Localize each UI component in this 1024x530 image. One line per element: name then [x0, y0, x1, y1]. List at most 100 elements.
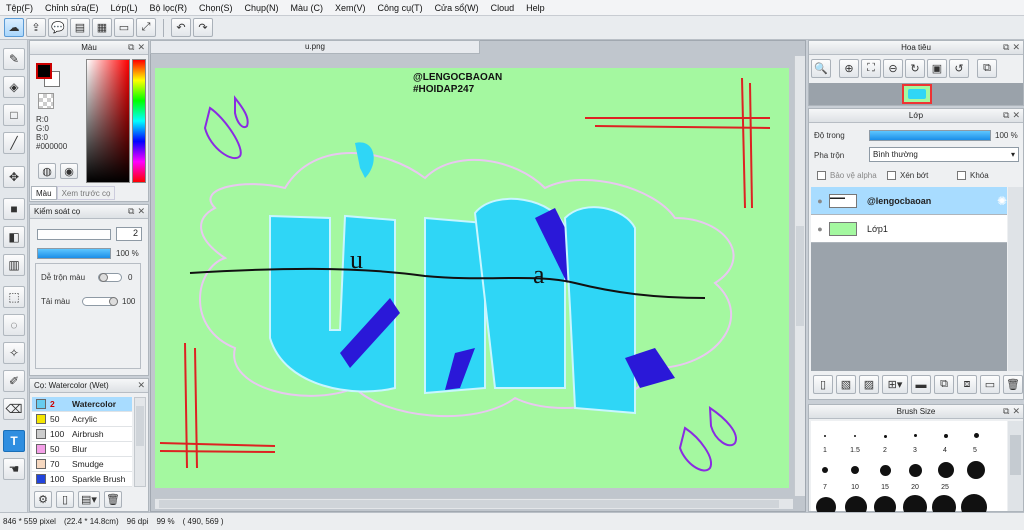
- line-tool-icon[interactable]: ╱: [3, 132, 25, 154]
- undock-icon[interactable]: ⧉: [1003, 406, 1009, 417]
- fit-icon[interactable]: ⛶: [861, 59, 881, 78]
- menu-view[interactable]: Xem(V): [329, 3, 372, 13]
- close-icon[interactable]: ✕: [1012, 42, 1020, 53]
- close-icon[interactable]: ✕: [1012, 406, 1020, 417]
- add-layer-menu-icon[interactable]: ⊞▾: [882, 375, 908, 394]
- merge-icon[interactable]: ⧈: [957, 375, 977, 394]
- menu-capture[interactable]: Chụp(N): [239, 3, 285, 13]
- size-dot[interactable]: [822, 467, 828, 473]
- size-dot[interactable]: [909, 464, 922, 477]
- new-brush-icon[interactable]: ▯: [56, 491, 74, 508]
- brush-item-acrylic[interactable]: 50 Acrylic: [32, 412, 132, 427]
- flip-icon[interactable]: ▣: [927, 59, 947, 78]
- brush-opacity-slider[interactable]: [37, 248, 111, 259]
- gradient-tool-icon[interactable]: ▥: [3, 254, 25, 276]
- select-pen-icon[interactable]: ✐: [3, 370, 25, 392]
- palette-icon[interactable]: ◍: [38, 163, 56, 179]
- menu-help[interactable]: Help: [520, 3, 551, 13]
- size-dot[interactable]: [914, 434, 917, 437]
- size-dot[interactable]: [851, 466, 859, 474]
- size-dot[interactable]: [854, 435, 856, 437]
- close-icon[interactable]: ✕: [137, 42, 145, 53]
- zoom-in-icon[interactable]: ⊕: [839, 59, 859, 78]
- new-layer-1bit-icon[interactable]: ▨: [859, 375, 879, 394]
- redo-icon[interactable]: ↷: [193, 18, 213, 37]
- blend-slider[interactable]: [98, 273, 122, 282]
- fullscreen-icon[interactable]: ⤢: [136, 18, 156, 37]
- brush-item-smudge[interactable]: 70 Smudge: [32, 457, 132, 472]
- zoom-icon[interactable]: 🔍: [811, 59, 831, 78]
- menu-file[interactable]: Tệp(F): [0, 3, 39, 13]
- gear-icon[interactable]: ✺: [997, 194, 1007, 208]
- undo-icon[interactable]: ↶: [171, 18, 191, 37]
- new-layer-icon[interactable]: ▯: [813, 375, 833, 394]
- window-icon[interactable]: ⧉: [977, 59, 997, 78]
- undock-icon[interactable]: ⧉: [128, 206, 134, 217]
- saturation-value-picker[interactable]: [86, 59, 130, 183]
- size-dot[interactable]: [967, 461, 985, 479]
- layer-row[interactable]: ● ▬▬▬ @lengocbaoan: [811, 187, 1007, 215]
- duplicate-icon[interactable]: ⧉: [934, 375, 954, 394]
- protect-alpha-checkbox[interactable]: [817, 171, 826, 181]
- drawing-canvas[interactable]: u a @LENGOCBAOAN #HOIDAP247: [155, 68, 789, 488]
- close-icon[interactable]: ✕: [137, 206, 145, 217]
- brush-size-slider[interactable]: [37, 229, 111, 240]
- canvas-horizontal-scrollbar[interactable]: [155, 498, 793, 509]
- visibility-icon[interactable]: ●: [811, 224, 829, 234]
- delete-brush-icon[interactable]: 🗑: [104, 491, 122, 508]
- foreground-color-swatch[interactable]: [36, 63, 52, 79]
- size-dot[interactable]: [944, 434, 948, 438]
- brush-settings-icon[interactable]: ⚙: [34, 491, 52, 508]
- size-dot[interactable]: [880, 465, 891, 476]
- canvas-vertical-scrollbar[interactable]: [794, 56, 805, 496]
- undock-icon[interactable]: ⧉: [1003, 110, 1009, 121]
- brush-menu-icon[interactable]: ▤▾: [78, 491, 100, 508]
- navigator-thumbnail[interactable]: [902, 84, 932, 104]
- cloud-icon[interactable]: ☁: [4, 18, 24, 37]
- menu-cloud[interactable]: Cloud: [485, 3, 521, 13]
- bucket-tool-icon[interactable]: ◧: [3, 226, 25, 248]
- menu-edit[interactable]: Chỉnh sửa(E): [39, 3, 105, 13]
- document-tab[interactable]: u.png: [150, 40, 480, 54]
- tab-color[interactable]: Màu: [31, 186, 57, 200]
- screen-icon[interactable]: ▭: [114, 18, 134, 37]
- magic-wand-icon[interactable]: ✧: [3, 342, 25, 364]
- brush-item-blur[interactable]: 50 Blur: [32, 442, 132, 457]
- menu-layer[interactable]: Lớp(L): [105, 3, 144, 13]
- clear-icon[interactable]: ▭: [980, 375, 1000, 394]
- text-tool-icon[interactable]: T: [3, 430, 25, 452]
- size-dot[interactable]: [938, 462, 954, 478]
- film-icon[interactable]: ▦: [92, 18, 112, 37]
- menu-color[interactable]: Màu (C): [285, 3, 330, 13]
- rotate-icon[interactable]: ↻: [905, 59, 925, 78]
- tab-brush-preview[interactable]: Xem trước cọ: [56, 186, 116, 200]
- brush-tool-icon[interactable]: ✎: [3, 48, 25, 70]
- undock-icon[interactable]: ⧉: [128, 42, 134, 53]
- hue-slider[interactable]: [132, 59, 146, 183]
- folder-icon[interactable]: ▬: [911, 375, 931, 394]
- lasso-icon[interactable]: ◌: [3, 314, 25, 336]
- export-icon[interactable]: ⇪: [26, 18, 46, 37]
- fill-rect-tool-icon[interactable]: ■: [3, 198, 25, 220]
- lock-checkbox[interactable]: [957, 171, 966, 181]
- hand-tool-icon[interactable]: ☚: [3, 458, 25, 480]
- close-icon[interactable]: ✕: [1012, 110, 1020, 121]
- note-icon[interactable]: ▤: [70, 18, 90, 37]
- brush-item-airbrush[interactable]: 100 Airbrush: [32, 427, 132, 442]
- rotate-left-icon[interactable]: ↺: [949, 59, 969, 78]
- brush-list-scrollbar[interactable]: [134, 397, 146, 487]
- paint-load-slider[interactable]: [82, 297, 118, 306]
- layer-opacity-slider[interactable]: [869, 130, 991, 141]
- new-halftone-layer-icon[interactable]: ▧: [836, 375, 856, 394]
- undock-icon[interactable]: ⧉: [1003, 42, 1009, 53]
- color-mixer-icon[interactable]: ◉: [60, 163, 78, 179]
- transparent-color-swatch[interactable]: [38, 93, 54, 109]
- chat-icon[interactable]: 💬: [48, 18, 68, 37]
- zoom-out-icon[interactable]: ⊖: [883, 59, 903, 78]
- layer-list-scrollbar[interactable]: [1008, 187, 1023, 371]
- size-dot[interactable]: [974, 433, 979, 438]
- menu-tools[interactable]: Công cụ(T): [372, 3, 429, 13]
- blend-mode-select[interactable]: Bình thường ▾: [869, 147, 1019, 162]
- close-icon[interactable]: ✕: [137, 380, 145, 391]
- menu-window[interactable]: Cửa sổ(W): [429, 3, 485, 13]
